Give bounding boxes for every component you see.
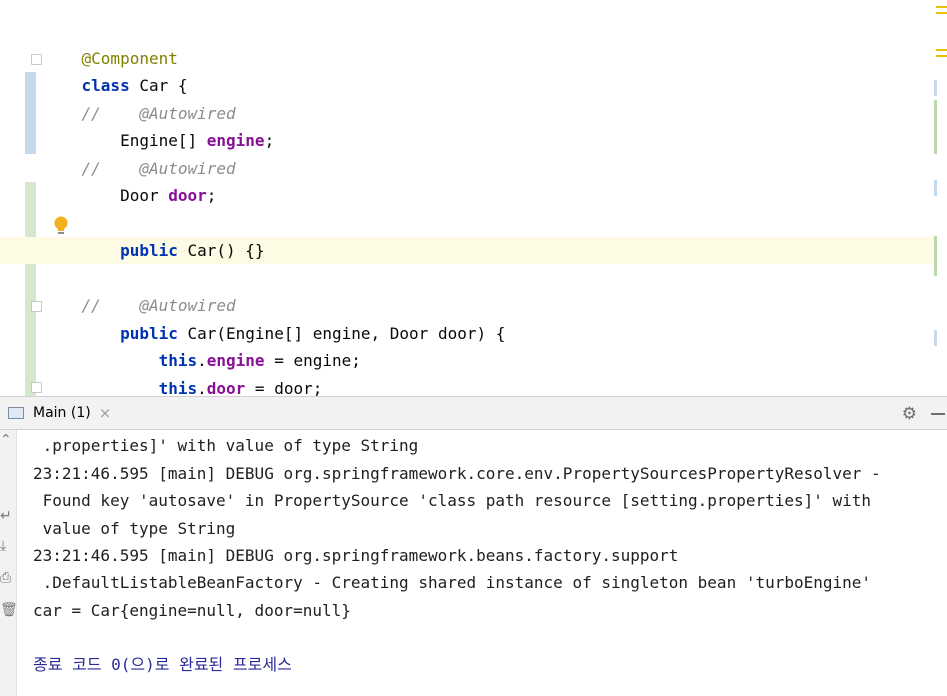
- scroll-up-icon[interactable]: ⌃: [0, 432, 12, 448]
- warning-marker[interactable]: [936, 55, 947, 57]
- punct-token: ;: [206, 186, 217, 205]
- code-line[interactable]: class Car {: [43, 45, 188, 95]
- console-line: .DefaultListableBeanFactory - Creating s…: [33, 573, 872, 592]
- code-editor[interactable]: @Component class Car { // @Autowired Eng…: [0, 0, 947, 396]
- punct-token: .: [197, 379, 207, 396]
- fold-end-icon[interactable]: [31, 382, 42, 393]
- expression-token: = door;: [245, 379, 323, 396]
- warning-marker[interactable]: [936, 12, 947, 14]
- vcs-modified-marker[interactable]: [25, 72, 36, 154]
- close-icon[interactable]: ×: [99, 404, 112, 422]
- editor-gutter: [0, 0, 42, 396]
- code-line[interactable]: // @Autowired: [43, 73, 236, 123]
- console-line: 23:21:46.595 [main] DEBUG org.springfram…: [33, 464, 881, 483]
- fold-class-icon[interactable]: [31, 54, 42, 65]
- change-marker[interactable]: [934, 330, 937, 346]
- code-line[interactable]: }: [43, 375, 130, 396]
- change-marker[interactable]: [934, 236, 937, 276]
- code-line[interactable]: @Component: [43, 18, 178, 68]
- code-line[interactable]: public Car(Engine[] engine, Door door) {: [43, 293, 505, 343]
- code-line[interactable]: this.door = door;: [43, 348, 323, 396]
- soft-wrap-icon[interactable]: ↵: [0, 508, 12, 524]
- trash-icon[interactable]: 🗑: [0, 602, 18, 618]
- print-icon[interactable]: ⎙: [0, 570, 12, 586]
- console-icon: [8, 407, 24, 419]
- code-line[interactable]: // @Autowired: [43, 265, 236, 315]
- console-line: value of type String: [33, 519, 236, 538]
- field-token: door: [206, 379, 246, 396]
- console-line: Found key 'autosave' in PropertySource '…: [33, 491, 872, 510]
- scroll-to-end-icon[interactable]: ⤓: [0, 538, 12, 554]
- constructor-token: Car() {}: [177, 241, 265, 260]
- change-marker[interactable]: [934, 80, 937, 96]
- code-line[interactable]: Engine[] engine;: [43, 100, 274, 150]
- process-exit-message: 종료 코드 0(으)로 완료된 프로세스: [33, 655, 292, 674]
- tab-main-run[interactable]: Main (1) ×: [8, 397, 111, 429]
- tab-label: Main (1): [33, 405, 91, 421]
- code-line[interactable]: Door door;: [43, 155, 216, 205]
- punct-token: ;: [264, 131, 275, 150]
- code-line[interactable]: this.engine = engine;: [43, 320, 361, 370]
- warning-marker[interactable]: [936, 49, 947, 51]
- console-toolbar: ⌃ ↵ ⤓ ⎙ 🗑: [0, 430, 18, 696]
- code-line[interactable]: // @Autowired: [43, 128, 236, 178]
- keyword-token: public: [81, 241, 178, 260]
- run-toolwindow-header: Main (1) × ⚙: [0, 396, 947, 430]
- vcs-added-marker[interactable]: [25, 182, 36, 396]
- code-line[interactable]: public Car() {}: [43, 210, 265, 260]
- console-line: car = Car{engine=null, door=null}: [33, 601, 351, 620]
- type-token: Door: [81, 186, 169, 205]
- gear-icon[interactable]: ⚙: [902, 405, 917, 423]
- console-line: 23:21:46.595 [main] DEBUG org.springfram…: [33, 546, 679, 565]
- warning-marker[interactable]: [936, 6, 947, 8]
- minimize-icon[interactable]: [931, 413, 945, 415]
- console-output[interactable]: ⌃ ↵ ⤓ ⎙ 🗑 .properties]' with value of ty…: [0, 430, 947, 696]
- change-marker[interactable]: [934, 100, 937, 154]
- console-line: .properties]' with value of type String: [33, 436, 419, 455]
- error-stripe[interactable]: [931, 0, 947, 396]
- fold-constructor-icon[interactable]: [31, 301, 42, 312]
- change-marker[interactable]: [934, 180, 937, 196]
- field-token: door: [168, 186, 207, 205]
